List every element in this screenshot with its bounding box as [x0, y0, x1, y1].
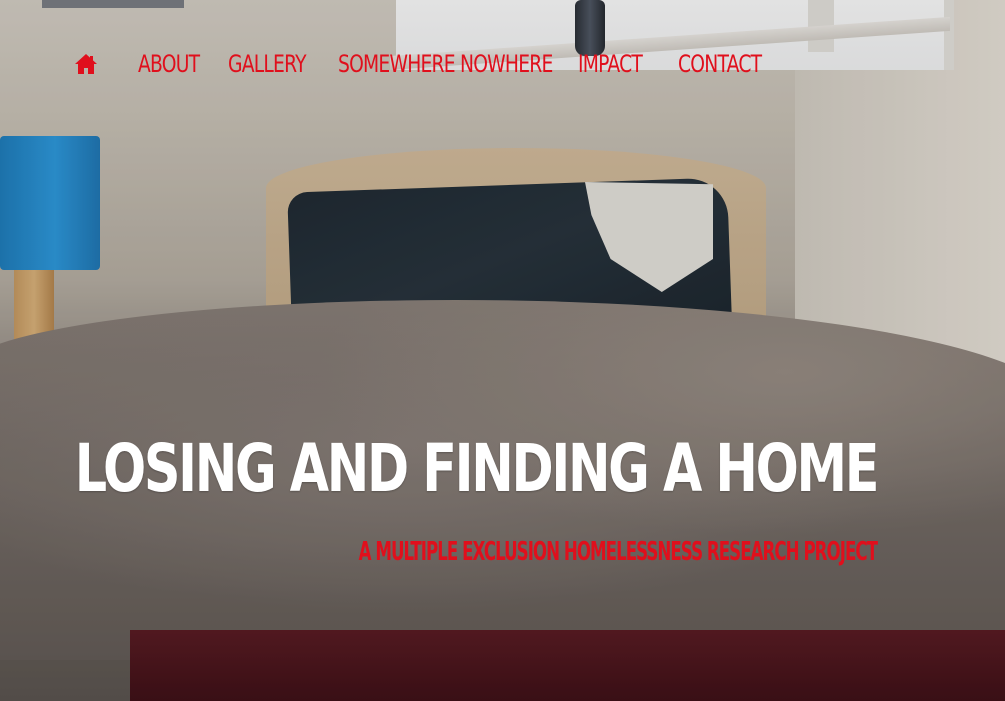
main-nav: ABOUT GALLERY SOMEWHERE NOWHERE IMPACT C… [72, 44, 792, 84]
hero-section: ABOUT GALLERY SOMEWHERE NOWHERE IMPACT C… [0, 0, 1005, 701]
background-overlay [0, 0, 1005, 701]
nav-somewhere-nowhere-link[interactable]: SOMEWHERE NOWHERE [338, 50, 553, 78]
nav-home-link[interactable] [72, 50, 100, 78]
hero-title: LOSING AND FINDING A HOME [74, 430, 880, 507]
nav-impact-link[interactable]: IMPACT [578, 50, 643, 78]
nav-contact-link[interactable]: CONTACT [678, 50, 762, 78]
home-icon [75, 54, 97, 74]
nav-about-link[interactable]: ABOUT [138, 50, 200, 78]
nav-gallery-link[interactable]: GALLERY [228, 50, 307, 78]
hero-subtitle: A MULTIPLE EXCLUSION HOMELESSNESS RESEAR… [358, 537, 878, 567]
